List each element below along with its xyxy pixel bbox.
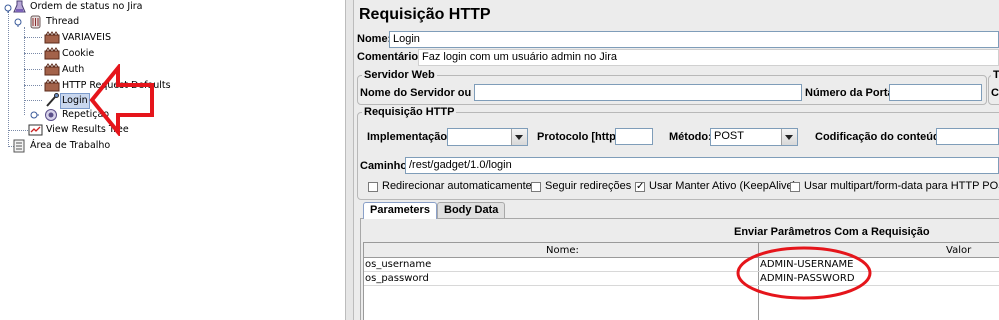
column-header-value[interactable]: Valor xyxy=(946,244,971,257)
http-request-title: Requisição HTTP xyxy=(362,106,457,118)
tree-connector xyxy=(24,69,42,70)
protocol-label: Protocolo [http]: xyxy=(537,131,624,143)
expand-handle-icon[interactable] xyxy=(3,3,13,16)
chevron-down-icon[interactable] xyxy=(781,129,797,145)
redirect-auto-label: Redirecionar automaticamente xyxy=(382,180,532,192)
name-field[interactable]: Login xyxy=(389,31,999,48)
tree-connector xyxy=(24,27,25,115)
method-label: Método: xyxy=(669,131,712,143)
tree-item-test-plan[interactable]: Ordem de status no Jira xyxy=(30,0,143,14)
tab-body-data[interactable]: Body Data xyxy=(437,202,506,219)
config-element-icon xyxy=(44,63,60,79)
tree-connector xyxy=(24,85,42,86)
table-row[interactable] xyxy=(364,258,999,272)
encoding-input[interactable] xyxy=(936,128,999,145)
protocol-input[interactable] xyxy=(615,128,653,145)
param-name-cell[interactable]: os_username xyxy=(365,258,431,271)
keepalive-checkbox[interactable]: ✓ xyxy=(635,182,645,192)
flask-icon xyxy=(13,0,26,17)
comments-field[interactable]: Faz login com um usuário admin no Jira xyxy=(418,49,999,66)
expand-handle-icon[interactable] xyxy=(29,110,39,123)
server-label: Nome do Servidor ou IP: xyxy=(360,87,489,99)
tree-item-cookie[interactable]: Cookie xyxy=(62,47,94,61)
panel-title: Requisição HTTP xyxy=(359,6,491,23)
method-select[interactable]: POST xyxy=(710,128,798,146)
param-name-cell[interactable]: os_password xyxy=(365,272,429,285)
path-label: Caminho: xyxy=(360,160,411,172)
redirect-auto-checkbox[interactable] xyxy=(368,182,378,192)
test-plan-tree[interactable]: Ordem de status no Jira Thread VARIAVEIS… xyxy=(0,0,345,320)
tree-connector xyxy=(8,130,28,131)
expand-handle-icon[interactable] xyxy=(13,17,23,30)
port-input[interactable] xyxy=(889,84,982,101)
multipart-label: Usar multipart/form-data para HTTP POST xyxy=(804,180,999,192)
tree-item-thread[interactable]: Thread xyxy=(46,15,79,29)
listener-icon xyxy=(28,123,43,140)
path-input[interactable]: /rest/gadget/1.0/login xyxy=(405,157,999,174)
http-request-panel: Requisição HTTP Nome: Login Comentários:… xyxy=(354,0,999,320)
column-header-name[interactable]: Nome: xyxy=(546,244,579,257)
params-title: Enviar Parâmetros Com a Requisição xyxy=(734,226,930,238)
implementation-select[interactable] xyxy=(447,128,528,146)
encoding-label: Codificação do conteúdo: xyxy=(815,131,951,143)
implementation-label: Implementação: xyxy=(367,131,451,143)
tab-parameters[interactable]: Parameters xyxy=(363,202,437,219)
tree-connector xyxy=(8,11,9,147)
server-input[interactable] xyxy=(474,84,802,101)
thread-group-icon xyxy=(29,15,42,32)
multipart-checkbox[interactable] xyxy=(790,182,800,192)
timeouts-label: C xyxy=(991,87,999,99)
follow-redirects-checkbox[interactable] xyxy=(531,182,541,192)
config-element-icon xyxy=(44,47,60,63)
splitter[interactable] xyxy=(345,0,354,320)
tree-connector xyxy=(24,53,42,54)
tree-connector xyxy=(24,100,42,101)
config-element-icon xyxy=(44,31,60,47)
annotation-arrow-icon xyxy=(88,62,156,139)
workbench-icon xyxy=(13,139,25,156)
web-server-title: Servidor Web xyxy=(362,69,437,81)
tree-item-login[interactable]: Login xyxy=(60,93,90,109)
tree-connector xyxy=(24,37,42,38)
keepalive-label: Usar Manter Ativo (KeepAlive) xyxy=(649,180,797,192)
timeouts-title: T xyxy=(991,69,999,81)
name-label: Nome: xyxy=(357,33,392,45)
tree-item-workbench[interactable]: Área de Trabalho xyxy=(30,139,110,153)
annotation-ellipse-icon xyxy=(735,245,873,304)
tree-item-variaveis[interactable]: VARIAVEIS xyxy=(62,31,111,45)
table-row[interactable] xyxy=(364,272,999,286)
chevron-down-icon[interactable] xyxy=(511,129,527,145)
port-label: Número da Porta: xyxy=(805,87,898,99)
params-table-header xyxy=(364,243,999,258)
tree-item-auth[interactable]: Auth xyxy=(62,63,84,77)
follow-redirects-label: Seguir redireções xyxy=(545,180,632,192)
